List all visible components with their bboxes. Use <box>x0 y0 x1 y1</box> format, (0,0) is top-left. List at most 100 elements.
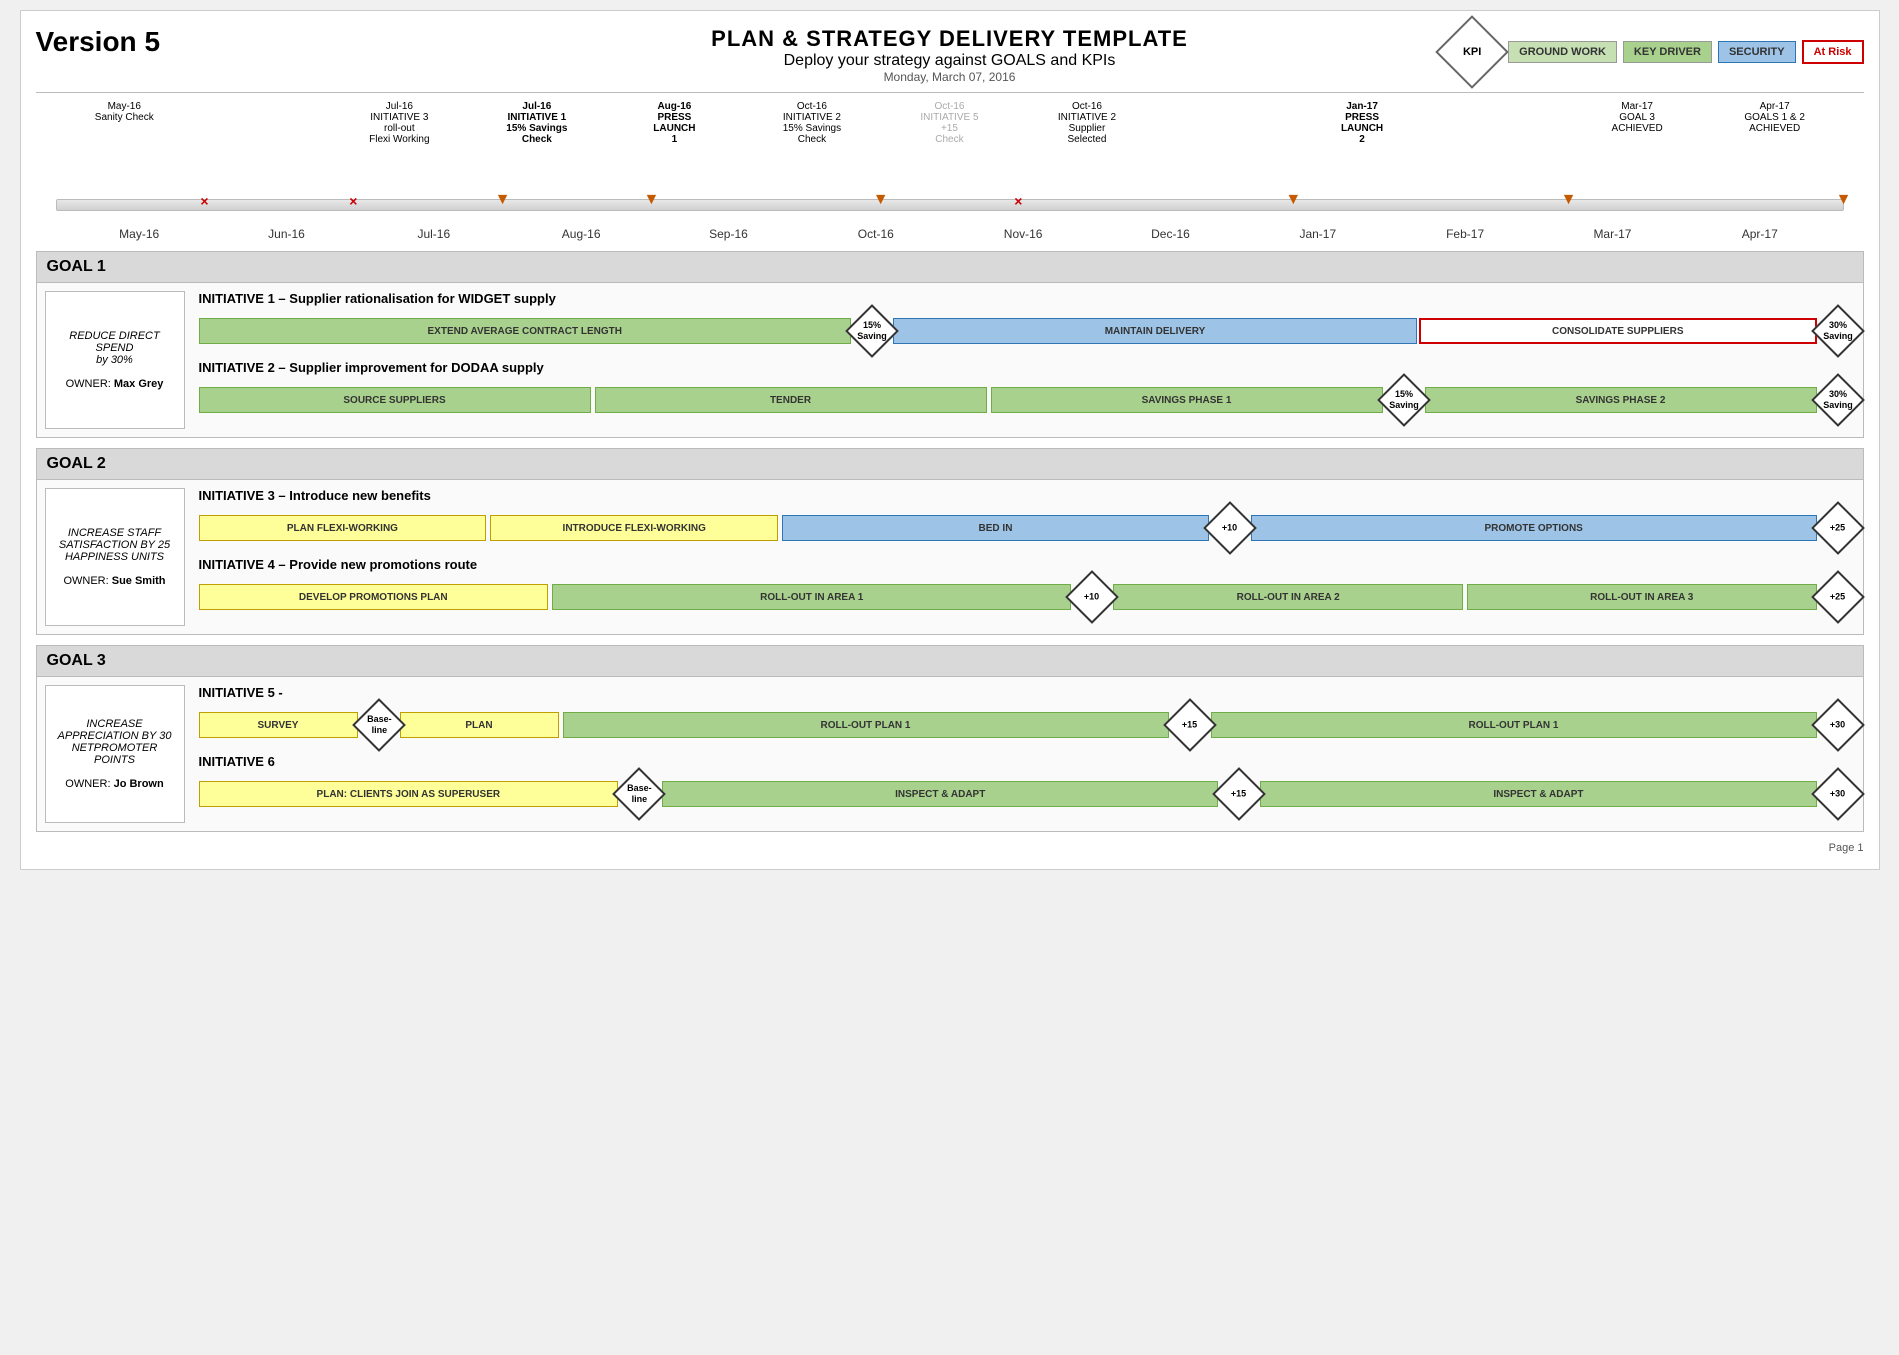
month-nov16: Nov-16 <box>949 227 1096 241</box>
event-apr17: Apr-17GOALS 1 & 2ACHIEVED <box>1706 97 1844 187</box>
event-dec16 <box>1156 97 1294 187</box>
timeline-bar-container: × × × ▼ ▼ ▼ ▼ ▼ ▼ <box>56 191 1844 223</box>
month-aug16: Aug-16 <box>507 227 654 241</box>
goal3-section: GOAL 3 INCREASE APPRECIATION BY 30 NETPR… <box>36 645 1864 832</box>
goal2-sidebar: INCREASE STAFF SATISFACTION BY 25 HAPPIN… <box>45 488 185 626</box>
kpi-plus25-init4: +25 <box>1811 570 1865 624</box>
goal2-header: GOAL 2 <box>37 449 1863 480</box>
marker-arrow-jan17: ▼ <box>1285 191 1301 209</box>
event-jul16-init1: Jul-16INITIATIVE 115% SavingsCheck <box>468 97 606 187</box>
initiative4-row: DEVELOP PROMOTIONS PLAN ROLL-OUT IN AREA… <box>199 578 1857 616</box>
goal3-description: INCREASE APPRECIATION BY 30 NETPROMOTER … <box>54 718 176 766</box>
initiative1-row: EXTEND AVERAGE CONTRACT LENGTH 15%Saving… <box>199 312 1857 350</box>
initiative2-row: SOURCE SUPPLIERS TENDER SAVINGS PHASE 1 … <box>199 381 1857 419</box>
kpi-30pct-saving1: 30%Saving <box>1811 304 1865 358</box>
month-jul16: Jul-16 <box>360 227 507 241</box>
goal3-initiatives: INITIATIVE 5 - SURVEY Base-line PLAN ROL… <box>193 677 1863 831</box>
initiative2-title: INITIATIVE 2 – Supplier improvement for … <box>199 360 1857 375</box>
goal3-owner-label: OWNER: Jo Brown <box>65 778 163 790</box>
event-mar17: Mar-17GOAL 3ACHIEVED <box>1568 97 1706 187</box>
goal3-owner-name: Jo Brown <box>114 778 164 790</box>
phase-survey: SURVEY <box>199 712 358 738</box>
month-dec16: Dec-16 <box>1097 227 1244 241</box>
goal2-description: INCREASE STAFF SATISFACTION BY 25 HAPPIN… <box>54 527 176 563</box>
kpi-15pct-saving2: 15%Saving <box>1377 373 1431 427</box>
goal3-body: INCREASE APPRECIATION BY 30 NETPROMOTER … <box>37 677 1863 831</box>
initiative4-block: INITIATIVE 4 – Provide new promotions ro… <box>199 557 1857 616</box>
month-feb17: Feb-17 <box>1391 227 1538 241</box>
phase-consolidate: CONSOLIDATE SUPPLIERS <box>1419 318 1817 344</box>
legend-groundwork: GROUND WORK <box>1508 41 1617 63</box>
goal2-body: INCREASE STAFF SATISFACTION BY 25 HAPPIN… <box>37 480 1863 634</box>
phase-intro-flexi: INTRODUCE FLEXI-WORKING <box>490 515 778 541</box>
kpi-plus15-init5: +15 <box>1163 698 1217 752</box>
event-jul16-init3: Jul-16INITIATIVE 3roll-outFlexi Working <box>331 97 469 187</box>
event-oct16-init2: Oct-16INITIATIVE 215% SavingsCheck <box>743 97 881 187</box>
marker-arrow-aug16: ▼ <box>644 191 660 209</box>
phase-rollout-plan1-init5: ROLL-OUT PLAN 1 <box>563 712 1169 738</box>
page: Version 5 PLAN & STRATEGY DELIVERY TEMPL… <box>20 10 1880 870</box>
marker-x-jun16: × <box>200 193 208 209</box>
event-jan17: Jan-17PRESSLAUNCH2 <box>1293 97 1431 187</box>
phase-source-suppliers: SOURCE SUPPLIERS <box>199 387 591 413</box>
initiative1-title: INITIATIVE 1 – Supplier rationalisation … <box>199 291 1857 306</box>
legend-security: SECURITY <box>1718 41 1796 63</box>
phase-clients-join: PLAN: CLIENTS JOIN AS SUPERUSER <box>199 781 619 807</box>
goal1-section: GOAL 1 REDUCE DIRECT SPENDby 30% OWNER: … <box>36 251 1864 438</box>
phase-bed-in: BED IN <box>782 515 1209 541</box>
legend-atrisk: At Risk <box>1802 40 1864 64</box>
goal3-header: GOAL 3 <box>37 646 1863 677</box>
month-may16: May-16 <box>66 227 213 241</box>
legend-keydriver: KEY DRIVER <box>1623 41 1712 63</box>
goal1-description: REDUCE DIRECT SPENDby 30% <box>54 330 176 366</box>
phase-plan-init5: PLAN <box>400 712 559 738</box>
event-aug16: Aug-16PRESSLAUNCH1 <box>606 97 744 187</box>
phase-inspect-adapt2: INSPECT & ADAPT <box>1260 781 1816 807</box>
initiative6-title: INITIATIVE 6 <box>199 754 1857 769</box>
phase-savings-phase1: SAVINGS PHASE 1 <box>991 387 1383 413</box>
event-may16: May-16Sanity Check <box>56 97 194 187</box>
goal2-initiatives: INITIATIVE 3 – Introduce new benefits PL… <box>193 480 1863 634</box>
goal2-owner-name: Sue Smith <box>112 575 166 587</box>
initiative1-block: INITIATIVE 1 – Supplier rationalisation … <box>199 291 1857 350</box>
phase-dev-promos: DEVELOP PROMOTIONS PLAN <box>199 584 549 610</box>
month-jan17: Jan-17 <box>1244 227 1391 241</box>
initiative4-title: INITIATIVE 4 – Provide new promotions ro… <box>199 557 1857 572</box>
kpi-plus30-init5: +30 <box>1811 698 1865 752</box>
goal1-owner-name: Max Grey <box>114 378 164 390</box>
initiative5-row: SURVEY Base-line PLAN ROLL-OUT PLAN 1 +1… <box>199 706 1857 744</box>
initiative2-block: INITIATIVE 2 – Supplier improvement for … <box>199 360 1857 419</box>
phase-savings-phase2: SAVINGS PHASE 2 <box>1425 387 1817 413</box>
phase-extend-contract: EXTEND AVERAGE CONTRACT LENGTH <box>199 318 852 344</box>
initiative3-block: INITIATIVE 3 – Introduce new benefits PL… <box>199 488 1857 547</box>
initiative5-title: INITIATIVE 5 - <box>199 685 1857 700</box>
month-jun16: Jun-16 <box>213 227 360 241</box>
kpi-baseline-init6: Base-line <box>612 767 666 821</box>
kpi-plus10-init3: +10 <box>1203 501 1257 555</box>
phase-rollout-area1: ROLL-OUT IN AREA 1 <box>552 584 1071 610</box>
kpi-30pct-saving2: 30%Saving <box>1811 373 1865 427</box>
page-number: Page 1 <box>1829 842 1864 854</box>
timeline-months: May-16 Jun-16 Jul-16 Aug-16 Sep-16 Oct-1… <box>36 227 1864 241</box>
initiative6-row: PLAN: CLIENTS JOIN AS SUPERUSER Base-lin… <box>199 775 1857 813</box>
initiative3-title: INITIATIVE 3 – Introduce new benefits <box>199 488 1857 503</box>
goal2-owner-label: OWNER: Sue Smith <box>63 575 165 587</box>
marker-arrow-jul16b: ▼ <box>495 191 511 209</box>
marker-x-oct16b: × <box>1014 193 1022 209</box>
goal1-owner-label: OWNER: Max Grey <box>66 378 164 390</box>
phase-rollout-plan1b-init5: ROLL-OUT PLAN 1 <box>1211 712 1817 738</box>
header: Version 5 PLAN & STRATEGY DELIVERY TEMPL… <box>36 26 1864 84</box>
month-apr17: Apr-17 <box>1686 227 1833 241</box>
event-jun16 <box>193 97 331 187</box>
legend-area: KPI GROUND WORK KEY DRIVER SECURITY At R… <box>1446 26 1863 78</box>
phase-maintain-delivery: MAINTAIN DELIVERY <box>893 318 1417 344</box>
month-mar17: Mar-17 <box>1539 227 1686 241</box>
marker-arrow-mar17: ▼ <box>1561 191 1577 209</box>
timeline-section: May-16Sanity Check Jul-16INITIATIVE 3rol… <box>36 97 1864 241</box>
initiative6-block: INITIATIVE 6 PLAN: CLIENTS JOIN AS SUPER… <box>199 754 1857 813</box>
marker-x-jul16: × <box>349 193 357 209</box>
kpi-plus30-init6: +30 <box>1811 767 1865 821</box>
goal2-section: GOAL 2 INCREASE STAFF SATISFACTION BY 25… <box>36 448 1864 635</box>
event-feb17 <box>1431 97 1569 187</box>
event-oct16-supplier: Oct-16INITIATIVE 2SupplierSelected <box>1018 97 1156 187</box>
